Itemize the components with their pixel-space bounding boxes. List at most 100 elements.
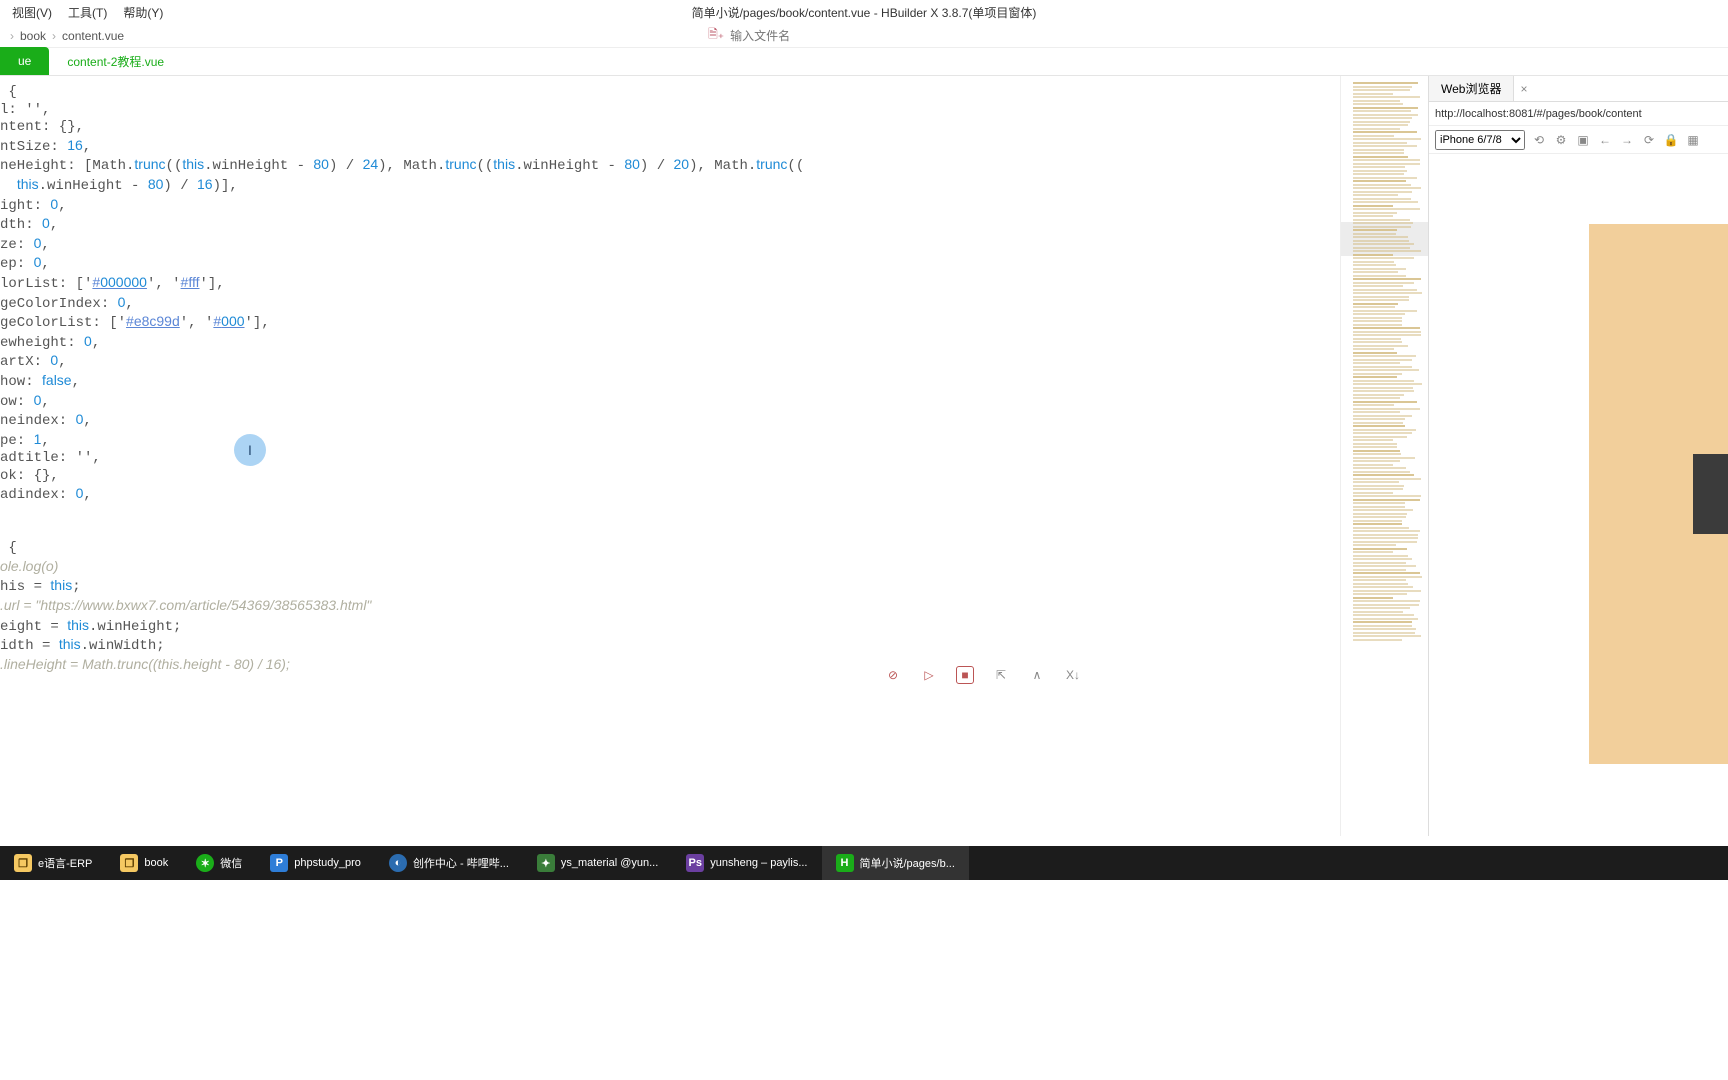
minimap-line [1353, 369, 1419, 371]
minimap-line [1353, 558, 1412, 560]
minimap-line [1353, 460, 1400, 462]
minimap-line [1353, 96, 1420, 98]
taskbar-item[interactable]: Psyunsheng – paylis... [672, 846, 821, 880]
preview-drawer-tab[interactable] [1693, 454, 1728, 534]
minimap-line [1353, 443, 1397, 445]
taskbar-label: 创作中心 - 哔哩哔... [413, 855, 509, 871]
popout-icon[interactable]: ⇱ [992, 666, 1010, 684]
minimap-line [1353, 212, 1397, 214]
lock-icon[interactable]: 🔒 [1663, 132, 1679, 148]
minimap-line [1353, 352, 1397, 354]
clear-icon[interactable]: X↓ [1064, 666, 1082, 684]
minimap-line [1353, 229, 1397, 231]
minimap-line [1353, 425, 1405, 427]
taskbar-item[interactable]: ❐e语言-ERP [0, 846, 106, 880]
minimap-line [1353, 331, 1421, 333]
minimap-line [1353, 100, 1400, 102]
refresh-icon[interactable]: ⟳ [1641, 132, 1657, 148]
minimap-line [1353, 142, 1407, 144]
collapse-icon[interactable]: ∧ [1028, 666, 1046, 684]
minimap-line [1353, 187, 1421, 189]
minimap-line [1353, 401, 1417, 403]
browser-viewport[interactable] [1429, 154, 1728, 836]
browser-tab[interactable]: Web浏览器 [1429, 76, 1514, 101]
minimap-line [1353, 264, 1396, 266]
capture-icon[interactable]: ▣ [1575, 132, 1591, 148]
taskbar-item[interactable]: Pphpstudy_pro [256, 846, 375, 880]
minimap-line [1353, 618, 1418, 620]
tab-content-2-vue[interactable]: content-2教程.vue [49, 47, 182, 75]
menu-help[interactable]: 帮助(Y) [115, 2, 171, 23]
taskbar-item[interactable]: ✶微信 [182, 846, 256, 880]
code-body[interactable]: { l: '', ntent: {}, ntSize: 16, neHeight… [0, 76, 1340, 836]
minimap-line [1353, 103, 1403, 105]
forward-icon[interactable]: → [1619, 132, 1635, 148]
new-file-icon[interactable]: 🗎₊ [708, 25, 724, 46]
minimap-line [1353, 205, 1393, 207]
minimap-line [1353, 86, 1412, 88]
minimap-line [1353, 170, 1407, 172]
minimap-line [1353, 513, 1407, 515]
minimap-line [1353, 383, 1422, 385]
taskbar-icon: ✦ [537, 854, 555, 872]
menu-tool[interactable]: 工具(T) [60, 2, 115, 23]
minimap-line [1353, 422, 1403, 424]
tab-strip: ue content-2教程.vue [0, 48, 1728, 76]
minimap-line [1353, 544, 1396, 546]
minimap-line [1353, 313, 1405, 315]
close-icon[interactable]: × [1514, 82, 1533, 96]
minimap-line [1353, 579, 1406, 581]
minimap-line [1353, 348, 1394, 350]
minimap-line [1353, 107, 1418, 109]
gear-icon[interactable]: ⚙ [1553, 132, 1569, 148]
minimap-line [1353, 82, 1418, 84]
minimap-line [1353, 586, 1413, 588]
taskbar-item[interactable]: ✦ ys_material @yun... [523, 846, 672, 880]
minimap-line [1353, 240, 1409, 242]
minimap-line [1353, 432, 1412, 434]
minimap-line [1353, 534, 1418, 536]
chevron-right-icon: › [8, 29, 16, 43]
device-select[interactable]: iPhone 6/7/8 [1435, 130, 1525, 150]
taskbar-label: 简单小说/pages/b... [860, 855, 955, 871]
preview-page[interactable] [1589, 224, 1728, 764]
minimap-line [1353, 495, 1421, 497]
minimap-line [1353, 446, 1397, 448]
filename-input[interactable] [730, 29, 930, 43]
run-icon[interactable]: ▷ [920, 666, 938, 684]
minimap-line [1353, 299, 1409, 301]
minimap-line [1353, 429, 1416, 431]
minimap-line [1353, 492, 1393, 494]
minimap-line [1353, 635, 1421, 637]
minimap-line [1353, 247, 1410, 249]
tab-content-vue[interactable]: ue [0, 47, 49, 75]
breadcrumb-file[interactable]: content.vue [58, 29, 128, 43]
cancel-icon[interactable]: ⊘ [884, 666, 902, 684]
taskbar-label: ys_material @yun... [561, 857, 658, 869]
code-editor[interactable]: { l: '', ntent: {}, ntSize: 16, neHeight… [0, 76, 1340, 836]
taskbar-item[interactable]: H简单小说/pages/b... [822, 846, 969, 880]
minimap-line [1353, 320, 1402, 322]
taskbar-item[interactable]: ◐创作中心 - 哔哩哔... [375, 846, 523, 880]
grid-icon[interactable]: ▦ [1685, 132, 1701, 148]
minimap-line [1353, 93, 1393, 95]
minimap-line [1353, 366, 1412, 368]
rotate-icon[interactable]: ⟲ [1531, 132, 1547, 148]
minimap-line [1353, 271, 1398, 273]
minimap-line [1353, 380, 1414, 382]
minimap[interactable] [1340, 76, 1428, 836]
taskbar-item[interactable]: ❐book [106, 846, 182, 880]
menu-view[interactable]: 视图(V) [4, 2, 60, 23]
browser-url-input[interactable] [1429, 106, 1728, 122]
minimap-line [1353, 215, 1393, 217]
minimap-line [1353, 310, 1417, 312]
stop-icon[interactable]: ■ [956, 666, 974, 684]
minimap-line [1353, 499, 1420, 501]
breadcrumb-folder[interactable]: book [16, 29, 50, 43]
back-icon[interactable]: ← [1597, 132, 1613, 148]
minimap-line [1353, 509, 1413, 511]
minimap-line [1353, 411, 1400, 413]
minimap-line [1353, 415, 1412, 417]
minimap-line [1353, 481, 1399, 483]
minimap-line [1353, 541, 1417, 543]
